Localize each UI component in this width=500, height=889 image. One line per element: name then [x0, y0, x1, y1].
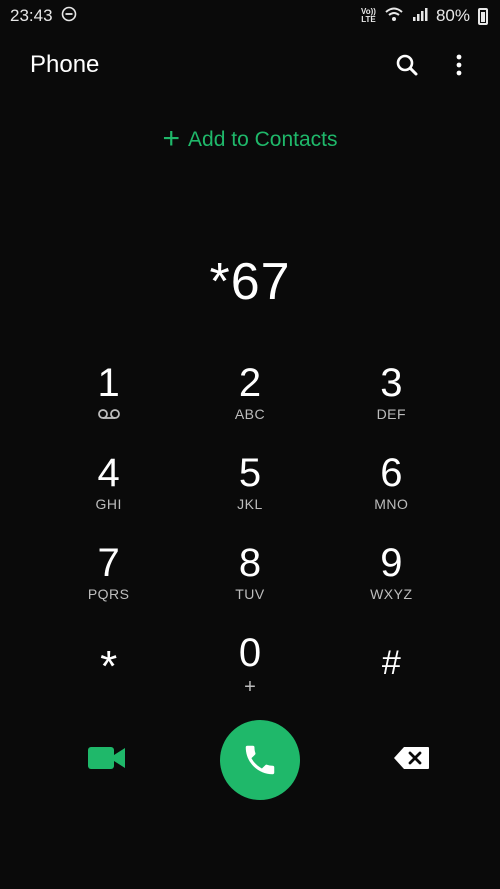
key-digit: 8 [238, 541, 262, 585]
key-1[interactable]: 1 [38, 355, 179, 445]
backspace-icon[interactable] [394, 746, 430, 775]
phone-icon [245, 745, 275, 775]
key-letters: WXYZ [370, 586, 413, 602]
voicemail-icon [97, 407, 121, 425]
key-letters: MNO [374, 496, 409, 512]
key-digit: 0 [238, 631, 262, 675]
signal-icon [412, 6, 428, 27]
volte-indicator: Vo)) LTE [361, 8, 376, 24]
keypad: 1 2 ABC 3 DEF 4 GHI 5 JKL 6 MNO 7 PQRS 8… [38, 355, 462, 715]
key-letters: JKL [237, 496, 263, 512]
status-left: 23:43 [10, 6, 77, 27]
status-bar: 23:43 Vo)) LTE 80% [0, 0, 500, 32]
key-3[interactable]: 3 DEF [321, 355, 462, 445]
plus-icon: + [162, 121, 181, 155]
status-right: Vo)) LTE 80% [361, 6, 488, 27]
status-time: 23:43 [10, 6, 53, 25]
volte-bottom-label: LTE [361, 15, 376, 24]
key-digit: 4 [97, 451, 120, 495]
key-digit: 1 [97, 361, 120, 405]
key-0[interactable]: 0 + [179, 625, 320, 715]
wifi-icon [384, 6, 404, 27]
key-digit: 2 [238, 361, 262, 405]
battery-percent: 80% [435, 6, 470, 25]
key-8[interactable]: 8 TUV [179, 535, 320, 625]
more-vert-icon[interactable] [446, 52, 472, 78]
key-digit: # [381, 644, 401, 682]
key-5[interactable]: 5 JKL [179, 445, 320, 535]
key-letters: DEF [376, 406, 407, 422]
key-4[interactable]: 4 GHI [38, 445, 179, 535]
key-digit: 7 [97, 541, 120, 585]
key-digit: 5 [238, 451, 262, 495]
key-2[interactable]: 2 ABC [179, 355, 320, 445]
key-digit: * [100, 642, 118, 691]
key-digit: 6 [380, 451, 403, 495]
key-6[interactable]: 6 MNO [321, 445, 462, 535]
add-to-contacts-label: Add to Contacts [188, 128, 338, 151]
key-letters: TUV [235, 586, 265, 602]
key-hash[interactable]: # [321, 625, 462, 715]
video-call-icon[interactable] [88, 745, 126, 776]
app-actions [394, 52, 472, 78]
key-letters: + [244, 676, 256, 698]
do-not-disturb-icon [61, 6, 77, 27]
key-letters: ABC [234, 406, 266, 422]
page-title: Phone [30, 51, 100, 78]
key-letters: GHI [95, 496, 122, 512]
battery-icon [478, 7, 488, 25]
dialer-screen: 23:43 Vo)) LTE 80% Phone + Add to Contac… [0, 0, 500, 889]
key-7[interactable]: 7 PQRS [38, 535, 179, 625]
key-star[interactable]: * [38, 625, 179, 715]
search-icon[interactable] [394, 52, 420, 78]
key-digit: 9 [380, 541, 403, 585]
key-letters: PQRS [87, 586, 130, 602]
add-to-contacts-button[interactable]: + Add to Contacts [0, 120, 500, 160]
app-bar: Phone [0, 40, 500, 90]
key-9[interactable]: 9 WXYZ [321, 535, 462, 625]
key-digit: 3 [380, 361, 403, 405]
action-bar [0, 720, 500, 800]
call-button[interactable] [220, 720, 300, 800]
dialed-number[interactable]: *67 [0, 252, 500, 312]
